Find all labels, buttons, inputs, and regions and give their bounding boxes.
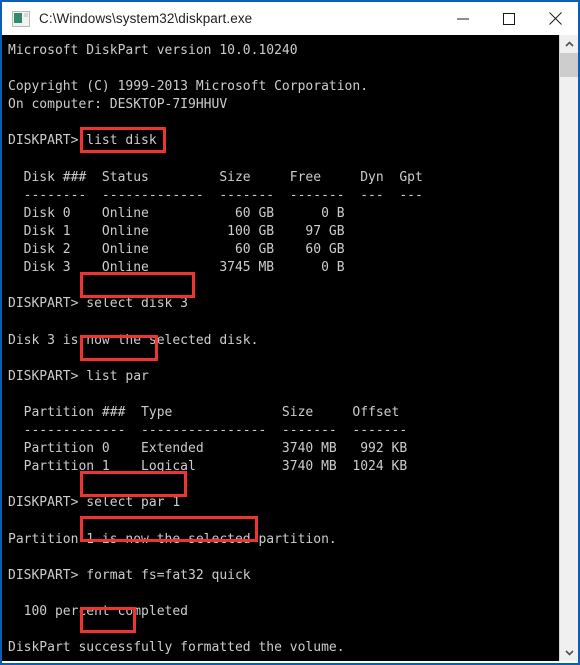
console-text: Microsoft DiskPart version 10.0.10240 Co…	[8, 43, 423, 656]
scroll-down-button[interactable]	[560, 644, 578, 661]
scroll-up-button[interactable]	[560, 35, 578, 52]
console-app-icon	[12, 10, 30, 27]
window-controls	[440, 2, 578, 35]
title-bar[interactable]: C:\Windows\system32\diskpart.exe	[2, 0, 578, 35]
window-title: C:\Windows\system32\diskpart.exe	[39, 11, 253, 26]
minimize-button[interactable]	[440, 2, 486, 35]
chevron-up-icon	[564, 40, 574, 47]
close-button[interactable]	[532, 2, 578, 35]
chevron-down-icon	[564, 649, 574, 656]
maximize-button[interactable]	[486, 2, 532, 35]
scrollbar-thumb[interactable]	[560, 53, 578, 77]
minimize-icon	[457, 18, 469, 19]
close-icon	[548, 12, 562, 25]
diskpart-console-window: C:\Windows\system32\diskpart.exe Microso…	[0, 0, 580, 665]
console-output-area[interactable]: Microsoft DiskPart version 10.0.10240 Co…	[2, 35, 559, 661]
maximize-icon	[503, 12, 515, 25]
vertical-scrollbar[interactable]	[559, 35, 578, 661]
